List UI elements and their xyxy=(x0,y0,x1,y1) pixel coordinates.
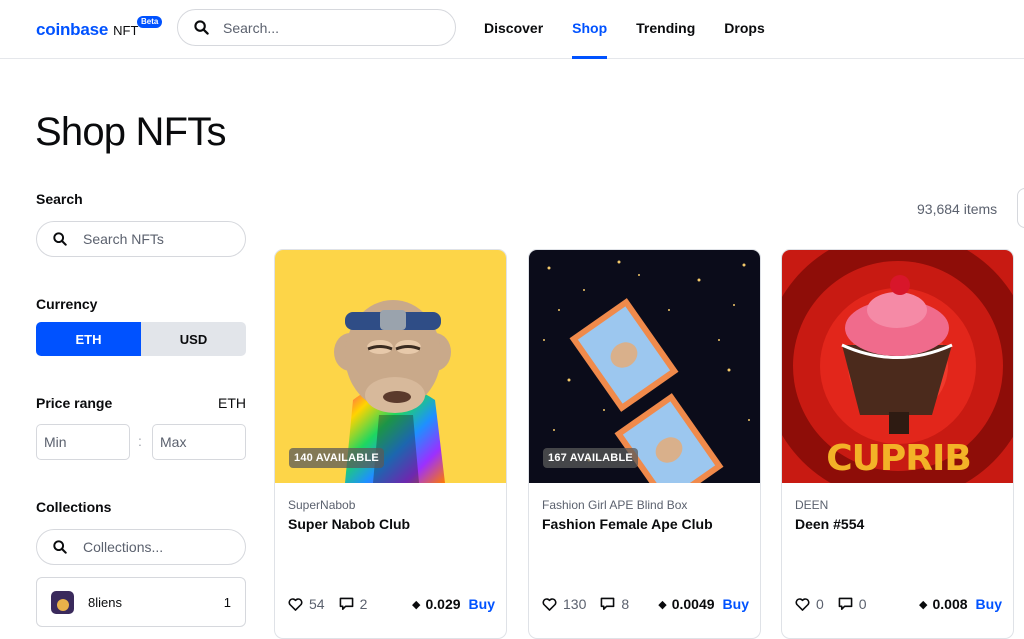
comment-count-value: 0 xyxy=(858,596,867,612)
card-price-value: 0.0049 xyxy=(671,596,715,612)
sort-dropdown[interactable] xyxy=(1017,188,1024,228)
nft-card[interactable]: 167 AVAILABLE Fashion Girl APE Blind Box… xyxy=(528,249,761,639)
price-min-field[interactable] xyxy=(36,424,130,460)
tab-shop[interactable]: Shop xyxy=(572,0,608,59)
like-count-value: 0 xyxy=(816,596,824,612)
search-filter-label: Search xyxy=(36,191,83,207)
items-count: 93,684 items xyxy=(917,201,998,217)
search-icon xyxy=(53,540,67,554)
nft-image[interactable]: 140 AVAILABLE xyxy=(275,250,506,483)
collections-search-field[interactable] xyxy=(36,529,246,565)
heart-icon xyxy=(542,597,557,611)
price-range-label: Price range xyxy=(36,395,113,411)
comment-icon xyxy=(339,597,353,610)
heart-icon xyxy=(288,597,303,611)
beta-badge: Beta xyxy=(137,16,163,28)
logo-brand: coinbase xyxy=(36,20,109,39)
buy-button[interactable]: Buy xyxy=(976,596,1002,612)
card-price: ◆ 0.0049 xyxy=(658,596,714,612)
buy-button[interactable]: Buy xyxy=(469,596,495,612)
comment-count[interactable]: 0 xyxy=(838,596,867,612)
price-min-input[interactable] xyxy=(44,434,124,450)
comment-icon xyxy=(838,597,853,610)
like-count[interactable]: 54 xyxy=(288,596,325,612)
like-count-value: 54 xyxy=(309,596,325,612)
coinbase-nft-logo[interactable]: coinbase NFT Beta xyxy=(36,16,163,40)
card-price: ◆ 0.008 xyxy=(919,596,968,612)
currency-toggle: ETH USD xyxy=(36,322,246,356)
nft-image[interactable]: CUPRIB xyxy=(782,250,1013,483)
card-title[interactable]: Super Nabob Club xyxy=(288,516,410,532)
price-max-field[interactable] xyxy=(152,424,246,460)
card-collection-name[interactable]: Fashion Girl APE Blind Box xyxy=(542,498,687,512)
logo-suffix: NFT xyxy=(113,23,139,38)
search-icon xyxy=(53,232,67,246)
collection-name: 8liens xyxy=(88,594,122,610)
comment-count-value: 8 xyxy=(621,596,630,612)
currency-eth-button[interactable]: ETH xyxy=(36,322,141,356)
collections-search-input[interactable] xyxy=(83,539,233,555)
like-count[interactable]: 130 xyxy=(542,596,586,612)
eth-icon: ◆ xyxy=(919,598,928,611)
availability-badge: 167 AVAILABLE xyxy=(543,448,638,468)
heart-icon xyxy=(795,597,810,611)
currency-usd-button[interactable]: USD xyxy=(141,322,246,356)
card-footer: 0 0 ◆ 0.008 Buy xyxy=(795,594,1002,614)
price-max-input[interactable] xyxy=(160,434,240,450)
like-count-value: 130 xyxy=(563,596,587,612)
card-collection-name[interactable]: DEEN xyxy=(795,498,828,512)
collections-label: Collections xyxy=(36,499,112,515)
top-navigation-bar: coinbase NFT Beta Discover Shop Trending… xyxy=(0,0,1024,59)
nft-search-input[interactable] xyxy=(83,231,233,247)
card-title[interactable]: Fashion Female Ape Club xyxy=(542,516,713,532)
card-footer: 130 8 ◆ 0.0049 Buy xyxy=(542,594,749,614)
like-count[interactable]: 0 xyxy=(795,596,824,612)
eth-icon: ◆ xyxy=(658,598,667,611)
eth-icon: ◆ xyxy=(412,598,421,611)
tab-discover[interactable]: Discover xyxy=(484,0,543,59)
nft-image[interactable]: 167 AVAILABLE xyxy=(529,250,760,483)
comment-count[interactable]: 8 xyxy=(600,596,629,612)
card-price: ◆ 0.029 xyxy=(412,596,461,612)
global-search-bar[interactable] xyxy=(177,9,456,46)
availability-badge: 140 AVAILABLE xyxy=(289,448,384,468)
price-unit-label: ETH xyxy=(218,395,246,411)
nft-card[interactable]: CUPRIB DEEN Deen #554 0 0 ◆ 0.008 Buy xyxy=(781,249,1014,639)
search-icon xyxy=(194,20,209,35)
main-nav-tabs: Discover Shop Trending Drops xyxy=(484,0,794,59)
collection-item[interactable]: 8liens 1 xyxy=(36,577,246,627)
currency-label: Currency xyxy=(36,296,98,312)
buy-button[interactable]: Buy xyxy=(723,596,749,612)
card-collection-name[interactable]: SuperNabob xyxy=(288,498,355,512)
nft-search-field[interactable] xyxy=(36,221,246,257)
page-title: Shop NFTs xyxy=(35,110,226,154)
global-search-input[interactable] xyxy=(223,19,423,36)
card-title[interactable]: Deen #554 xyxy=(795,516,864,532)
comment-count-value: 2 xyxy=(359,596,368,612)
card-price-value: 0.029 xyxy=(425,596,461,612)
cupcake-artwork-text: CUPRIB xyxy=(826,438,972,479)
tab-drops[interactable]: Drops xyxy=(724,0,764,59)
card-footer: 54 2 ◆ 0.029 Buy xyxy=(288,594,495,614)
card-price-value: 0.008 xyxy=(932,596,968,612)
comment-count[interactable]: 2 xyxy=(339,596,368,612)
nft-card[interactable]: 140 AVAILABLE SuperNabob Super Nabob Clu… xyxy=(274,249,507,639)
comment-icon xyxy=(600,597,615,610)
tab-trending[interactable]: Trending xyxy=(636,0,695,59)
collection-count: 1 xyxy=(223,594,231,610)
price-separator: : xyxy=(138,433,142,449)
collection-avatar xyxy=(51,590,74,614)
